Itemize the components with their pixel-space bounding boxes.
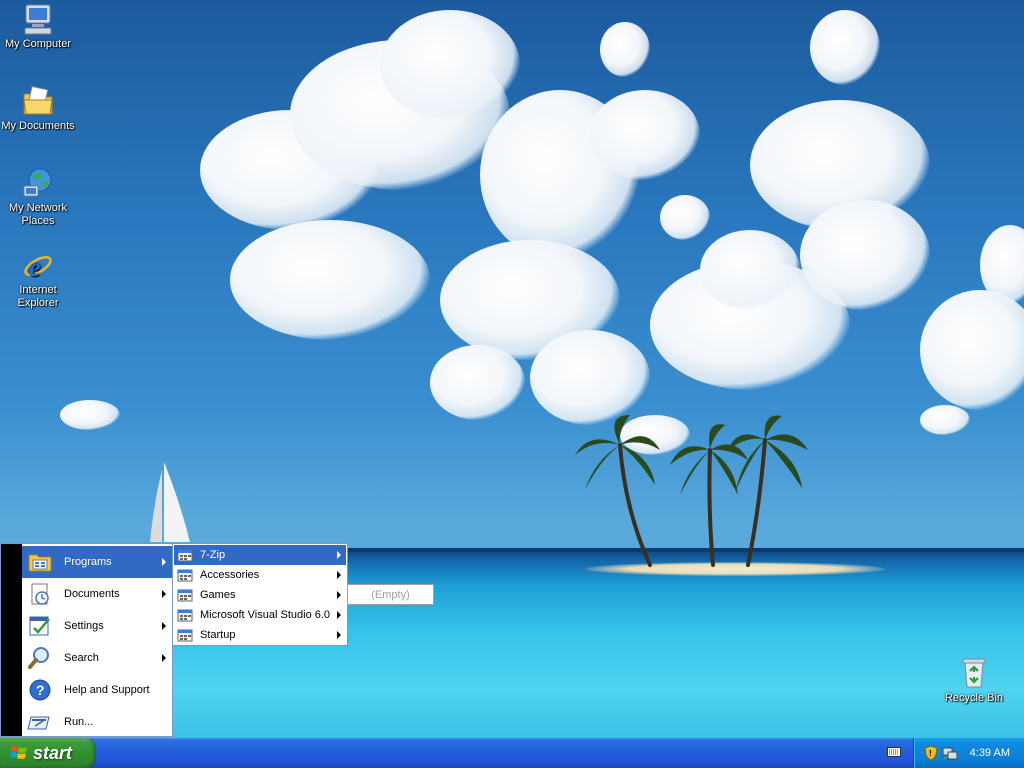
desktop-icon-label: My Computer: [4, 38, 72, 50]
submenu-arrow-icon: [337, 571, 341, 579]
submenu-arrow-icon: [337, 631, 341, 639]
start-menu-item-label: Programs: [64, 556, 112, 568]
network-places-icon: [23, 168, 52, 197]
submenu-arrow-icon: [162, 558, 166, 566]
submenu-arrow-icon: [337, 591, 341, 599]
programs-item-label: Games: [200, 589, 236, 601]
programs-item-7zip[interactable]: 7-Zip: [174, 545, 346, 565]
programs-item-label: Microsoft Visual Studio 6.0: [200, 609, 331, 621]
submenu-arrow-icon: [337, 611, 341, 619]
start-menu-item-documents[interactable]: Documents: [22, 578, 172, 610]
start-button-label: start: [33, 742, 73, 763]
cloud: [700, 230, 800, 310]
settings-icon: [29, 616, 50, 636]
svg-text:e: e: [29, 253, 41, 282]
start-menu-item-label: Help and Support: [64, 684, 150, 696]
submenu-arrow-icon: [162, 622, 166, 630]
program-group-icon: [177, 569, 193, 582]
program-group-icon: [177, 589, 193, 602]
internet-explorer-icon: e: [24, 253, 52, 282]
programs-item-games[interactable]: Games: [174, 585, 346, 605]
submenu-arrow-icon: [337, 551, 341, 559]
start-menu-item-label: Run...: [64, 716, 94, 728]
program-group-icon: [177, 629, 193, 642]
recycle-bin-icon: [962, 658, 986, 688]
taskbar: start ! 4:39 AM: [0, 738, 1024, 768]
help-icon: ?: [29, 679, 51, 701]
windows-logo-icon: [10, 746, 27, 759]
cloud: [800, 200, 930, 310]
svg-text:!: !: [929, 749, 932, 758]
keyboard-icon[interactable]: [887, 746, 901, 758]
clock[interactable]: 4:39 AM: [970, 747, 1010, 759]
desktop-icon-label: Internet Explorer: [17, 284, 59, 309]
start-menu-item-help[interactable]: ? Help and Support: [22, 674, 172, 706]
start-menu-item-settings[interactable]: Settings: [22, 610, 172, 642]
system-tray: ! 4:39 AM: [913, 738, 1024, 768]
desktop-icon-internet-explorer[interactable]: e Internet Explorer: [0, 248, 76, 310]
programs-icon: [28, 554, 52, 572]
start-menu-item-run[interactable]: Run...: [22, 706, 172, 738]
empty-submenu: (Empty): [347, 584, 434, 605]
desktop-icon-my-computer[interactable]: My Computer: [0, 2, 76, 51]
security-shield-icon[interactable]: !: [924, 745, 938, 761]
submenu-arrow-icon: [162, 590, 166, 598]
cloud: [60, 400, 120, 430]
sailboat: [150, 462, 190, 542]
program-group-icon: [177, 609, 193, 622]
programs-item-label: Startup: [200, 629, 236, 641]
cloud: [660, 195, 710, 240]
svg-text:?: ?: [36, 682, 45, 698]
cloud: [920, 405, 970, 435]
cloud: [600, 22, 650, 77]
search-icon: [28, 647, 49, 669]
my-documents-icon: [23, 85, 53, 115]
desktop-icon-my-documents[interactable]: My Documents: [0, 84, 76, 133]
programs-item-label: Accessories: [200, 569, 260, 581]
start-menu-item-search[interactable]: Search: [22, 642, 172, 674]
programs-item-label: 7-Zip: [200, 549, 226, 561]
palm-trees: [575, 415, 808, 567]
submenu-arrow-icon: [162, 654, 166, 662]
start-menu-item-label: Documents: [64, 588, 120, 600]
desktop-icon-label: My Documents: [1, 120, 75, 132]
start-menu-side-banner: [1, 544, 22, 736]
desktop-icon-label: Recycle Bin: [944, 692, 1004, 704]
empty-submenu-label: (Empty): [371, 588, 410, 601]
cloud: [430, 345, 525, 420]
cloud: [230, 220, 430, 340]
programs-item-startup[interactable]: Startup: [174, 625, 346, 645]
start-menu-item-label: Search: [64, 652, 99, 664]
cloud: [590, 90, 700, 180]
start-button[interactable]: start: [0, 738, 96, 768]
start-menu: Programs Documents Settings Search ? Hel…: [0, 543, 173, 737]
my-computer-icon: [24, 4, 52, 35]
documents-icon: [31, 583, 49, 605]
run-icon: [27, 716, 50, 730]
desktop-icon-recycle-bin[interactable]: Recycle Bin: [940, 656, 1008, 705]
cloud: [920, 290, 1024, 410]
program-group-icon: [177, 549, 193, 562]
network-connection-icon[interactable]: [942, 745, 958, 761]
desktop-icon-label: My Network Places: [8, 202, 68, 227]
desktop-icon-network-places[interactable]: My Network Places: [0, 166, 76, 228]
cloud: [810, 10, 880, 85]
programs-submenu: 7-Zip Accessories Games Microsoft Visual: [172, 543, 348, 646]
cloud: [380, 10, 520, 120]
programs-item-accessories[interactable]: Accessories: [174, 565, 346, 585]
start-menu-item-label: Settings: [64, 620, 104, 632]
programs-item-visual-studio[interactable]: Microsoft Visual Studio 6.0: [174, 605, 346, 625]
start-menu-item-programs[interactable]: Programs: [22, 546, 172, 578]
